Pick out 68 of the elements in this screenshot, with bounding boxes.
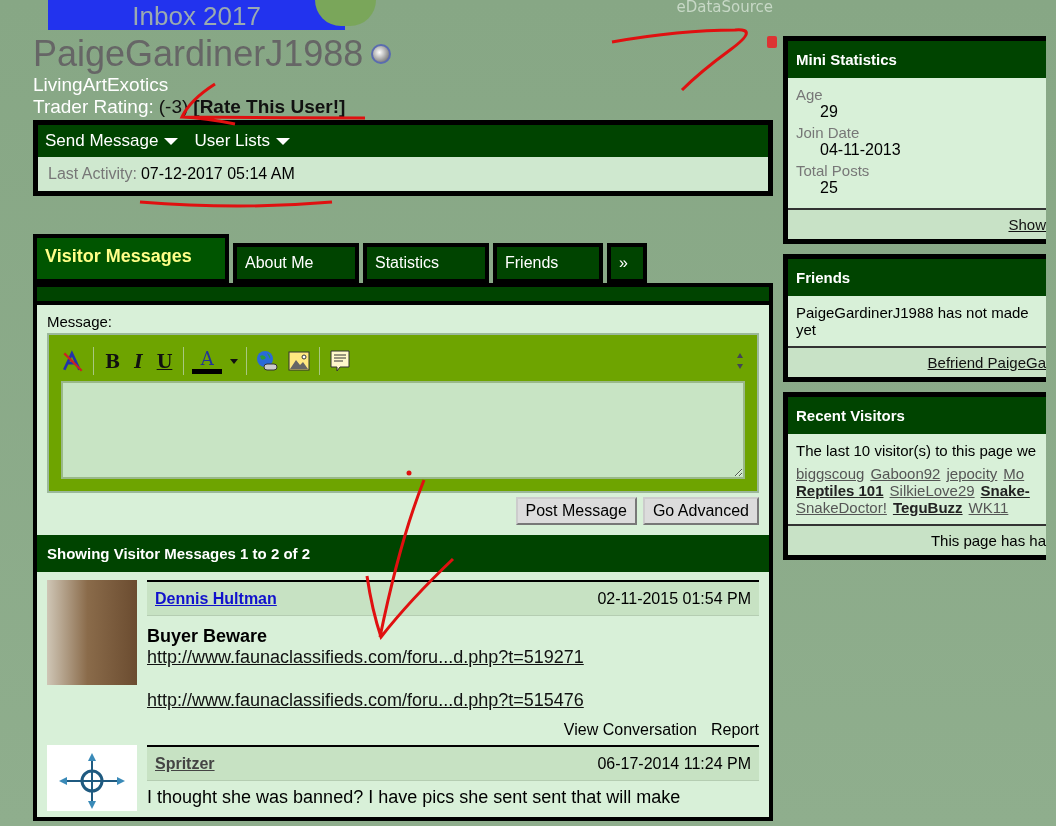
status-light-icon (767, 36, 777, 48)
visitor-link[interactable]: SnakeDoctor! (796, 499, 887, 516)
annotation-dot (406, 470, 412, 476)
tab[interactable]: Statistics (363, 243, 489, 283)
caret-icon (164, 137, 179, 145)
visitors-intro: The last 10 visitor(s) to this page we (796, 442, 1038, 459)
message-action-link[interactable]: Report (710, 721, 759, 739)
user-title: LivingArtExotics (33, 74, 170, 96)
message-action-link[interactable]: View Conversation (563, 721, 697, 739)
form-button[interactable]: Post Message (515, 497, 637, 525)
globe-link-icon[interactable] (255, 349, 280, 373)
image-icon[interactable] (287, 349, 312, 373)
caret-icon[interactable] (230, 358, 239, 364)
rate-user-link[interactable]: [Rate This User!] (193, 96, 346, 118)
visitor-link[interactable]: biggscoug (796, 465, 865, 482)
compass-rose-icon (47, 745, 137, 811)
message-label: Message: (47, 313, 114, 330)
stat-label: Age (796, 86, 824, 103)
visitor-link[interactable]: WK11 (968, 499, 1009, 516)
status-icon (371, 44, 392, 64)
box-title: Recent Visitors (788, 397, 1046, 434)
message-text: I thought she was banned? I have pics she sent sent that will make (147, 787, 682, 808)
messages-header: Showing Visitor Messages 1 to 2 of 2 (37, 535, 769, 572)
format-button[interactable]: I (131, 350, 146, 372)
tab[interactable]: » (607, 243, 647, 283)
format-button[interactable]: U (153, 350, 176, 372)
tab[interactable]: Friends (493, 243, 603, 283)
caret-icon (276, 137, 290, 145)
visitor-link[interactable]: TeguBuzz (892, 499, 963, 516)
message-title: Buyer Beware (147, 626, 269, 647)
stat-value: 04-11-2013 (820, 141, 902, 159)
visitor-link[interactable]: SilkieLove29 (889, 482, 975, 499)
stat-label: Join Date (796, 124, 861, 141)
tab[interactable]: About Me (233, 243, 359, 283)
message-link[interactable]: http://www.faunaclassifieds.com/foru...d.php?t=519271 (147, 647, 759, 668)
visitor-link[interactable]: Mo (1003, 465, 1025, 482)
trader-rating-label: Trader Rating: (33, 96, 154, 118)
stat-value: 25 (820, 179, 839, 197)
visitor-link[interactable]: Snake- (980, 482, 1030, 499)
source-label: eDataSource (676, 0, 773, 14)
page-views-text: This page has ha (930, 532, 1046, 549)
author-link[interactable]: Dennis Hultman (155, 590, 277, 608)
menu-dropdown[interactable]: Send Message (45, 131, 179, 151)
menu-dropdown[interactable]: User Lists (194, 131, 290, 151)
username: PaigeGardinerJ1988 (33, 34, 364, 74)
banner-title: Inbox 2017 (132, 2, 261, 30)
message-date: 06-17-2014 11:24 PM (597, 755, 751, 773)
remove-format-icon[interactable] (61, 349, 85, 373)
box-title: Mini Statistics (788, 41, 1046, 78)
author-link[interactable]: Spritzer (155, 755, 215, 773)
visitor-link[interactable]: Gaboon92 (870, 465, 941, 482)
quote-icon[interactable] (328, 349, 353, 373)
message-date: 02-11-2015 01:54 PM (597, 590, 751, 608)
friends-text: yet (796, 321, 817, 338)
box-title: Friends (788, 259, 1046, 296)
tab[interactable]: Visitor Messages (33, 234, 229, 283)
last-activity-label: Last Activity: (48, 165, 137, 182)
last-activity-value: 07-12-2017 05:14 AM (140, 165, 295, 182)
stat-label: Total Posts (796, 162, 871, 179)
visitor-link[interactable]: jepocity (946, 465, 998, 482)
message-input[interactable] (61, 381, 745, 479)
friends-text: PaigeGardinerJ1988 has not made (796, 304, 1030, 321)
message-link[interactable]: http://www.faunaclassifieds.com/foru...d.php?t=515476 (147, 690, 759, 711)
show-all-link[interactable]: Show (1008, 216, 1046, 233)
stat-value: 29 (820, 103, 839, 121)
visitor-link[interactable]: Reptiles 101 (796, 482, 884, 499)
form-button[interactable]: Go Advanced (642, 497, 759, 525)
format-button[interactable]: B (102, 350, 124, 372)
